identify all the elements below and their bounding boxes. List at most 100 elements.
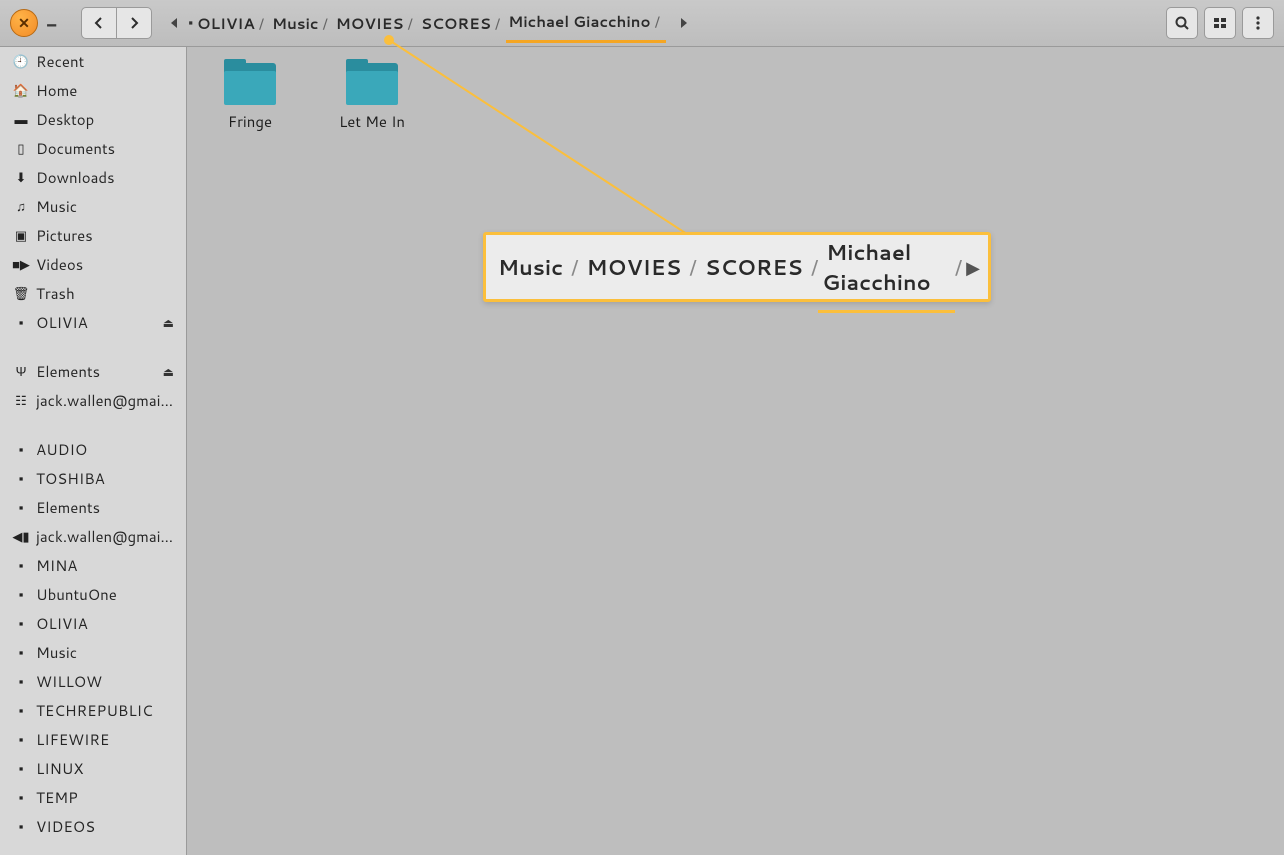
sidebar-item-label: TECHREPUBLIC: [36, 700, 174, 721]
breadcrumb-separator: /: [655, 11, 660, 32]
sidebar-item-label: TOSHIBA: [36, 468, 174, 489]
breadcrumb-label: SCORES: [421, 13, 491, 34]
sidebar-item-label: LIFEWIRE: [36, 729, 174, 750]
sidebar: 🕘Recent 🏠 Home ▬ Desktop ▯Documents⬇Downloads…: [0, 47, 187, 855]
sidebar-item[interactable]: ▪ MINA: [0, 551, 186, 580]
video-icon: ■▶: [12, 256, 30, 274]
folder-icon: [346, 63, 398, 105]
window-minimize-button[interactable]: _: [46, 5, 57, 33]
sidebar-item-label: jack.wallen@gmail.com: [36, 526, 174, 547]
sidebar-item[interactable]: ⬇Downloads: [0, 163, 186, 192]
arrow-left-icon: [91, 15, 107, 31]
sidebar-item-label: Music: [36, 196, 174, 217]
sidebar-item-label: VIDEOS: [36, 816, 174, 837]
folder-icon: ▪: [12, 702, 30, 720]
callout-separator: /: [571, 252, 578, 282]
folder-item[interactable]: Let Me In: [329, 63, 415, 132]
sidebar-item-label: Documents: [36, 138, 174, 159]
callout-separator: /: [689, 252, 696, 282]
breadcrumb-item[interactable]: MOVIES/: [334, 3, 419, 43]
folder-icon: ▪: [12, 441, 30, 459]
folder-icon: ▪: [12, 644, 30, 662]
callout-separator: /: [811, 252, 818, 282]
folder-icon: ▪: [12, 586, 30, 604]
sidebar-item-label: OLIVIA: [36, 312, 163, 333]
sidebar-item-label: Music: [36, 642, 174, 663]
desktop-icon: ▬: [12, 111, 30, 129]
sidebar-item[interactable]: ▪ WILLOW: [0, 667, 186, 696]
folder-icon: ▪: [12, 557, 30, 575]
sidebar-item-label: Recent: [36, 51, 174, 72]
arrow-right-icon: [126, 15, 142, 31]
trash-icon: 🗑: [12, 285, 30, 303]
sidebar-item-label: WILLOW: [36, 671, 174, 692]
content-area: Fringe Let Me In: [187, 47, 1284, 855]
hdd-icon: ▪: [12, 314, 30, 332]
nav-forward-button[interactable]: [117, 8, 151, 38]
callout-breadcrumb-item: Music: [494, 252, 567, 282]
sidebar-item[interactable]: ▪ UbuntuOne: [0, 580, 186, 609]
callout-active-underline: [818, 310, 954, 313]
sidebar-item-label: UbuntuOne: [36, 584, 174, 605]
folder-item[interactable]: Fringe: [207, 63, 293, 132]
sidebar-item-label: Desktop: [36, 109, 174, 130]
sidebar-item[interactable]: ▯Documents: [0, 134, 186, 163]
sidebar-item-label: OLIVIA: [36, 613, 174, 634]
sidebar-item-label: Downloads: [36, 167, 174, 188]
net-icon: ☷: [12, 392, 30, 410]
folder-icon: ▪: [12, 818, 30, 836]
eject-icon[interactable]: ⏏: [163, 363, 174, 380]
sidebar-item[interactable]: ▪ Music: [0, 638, 186, 667]
breadcrumb-item[interactable]: Music/: [270, 3, 334, 43]
sidebar-item-label: jack.wallen@gmail.com: [36, 390, 174, 411]
folder-icon: ▪: [12, 760, 30, 778]
nav-back-button[interactable]: [82, 8, 116, 38]
sidebar-item[interactable]: ▪OLIVIA: [0, 609, 186, 638]
sidebar-item-label: Home: [36, 80, 174, 101]
breadcrumb-prev-button[interactable]: [162, 7, 186, 39]
sidebar-item[interactable]: 🏠 Home: [0, 76, 186, 105]
annotation-callout: Music/MOVIES/SCORES/Michael Giacchino/▶: [483, 232, 991, 302]
sidebar-item-label: Pictures: [36, 225, 174, 246]
sidebar-item[interactable]: ▪ LIFEWIRE: [0, 725, 186, 754]
sidebar-item[interactable]: ▪ TECHREPUBLIC: [0, 696, 186, 725]
sidebar-item[interactable]: ▪ AUDIO: [0, 435, 186, 464]
sidebar-item[interactable]: ◀▮jack.wallen@gmail.com: [0, 522, 186, 551]
sidebar-item[interactable]: ▪ OLIVIA⏏: [0, 308, 186, 337]
search-button[interactable]: [1166, 7, 1198, 39]
breadcrumb-item[interactable]: SCORES/: [419, 3, 506, 43]
sidebar-item[interactable]: ▪Elements: [0, 493, 186, 522]
breadcrumb-next-button[interactable]: [672, 7, 696, 39]
breadcrumb-item[interactable]: Michael Giacchino/: [506, 3, 666, 43]
sidebar-item[interactable]: ▬ Desktop: [0, 105, 186, 134]
folder-label: Fringe: [228, 111, 272, 132]
sidebar-item[interactable]: ▪LINUX: [0, 754, 186, 783]
sidebar-item-label: AUDIO: [36, 439, 174, 460]
sidebar-item[interactable]: ■▶Videos: [0, 250, 186, 279]
folder-icon: ▪: [12, 470, 30, 488]
sidebar-item[interactable]: ΨElements⏏: [0, 357, 186, 386]
kebab-menu-icon: [1250, 15, 1266, 31]
menu-button[interactable]: [1242, 7, 1274, 39]
sidebar-item-label: TEMP: [36, 787, 174, 808]
folder-icon: ▪: [12, 731, 30, 749]
sidebar-item[interactable]: ♫ Music: [0, 192, 186, 221]
home-icon: 🏠: [12, 82, 30, 100]
eject-icon[interactable]: ⏏: [163, 314, 174, 331]
sidebar-item-label: MINA: [36, 555, 174, 576]
sidebar-item[interactable]: ▪ TOSHIBA: [0, 464, 186, 493]
sidebar-item[interactable]: ▪TEMP: [0, 783, 186, 812]
sidebar-item[interactable]: 🕘Recent: [0, 47, 186, 76]
window-close-button[interactable]: ✕: [10, 9, 38, 37]
breadcrumb-item[interactable]: ▪OLIVIA/: [186, 3, 270, 43]
sidebar-item[interactable]: 🗑Trash: [0, 279, 186, 308]
view-toggle-button[interactable]: [1204, 7, 1236, 39]
music-icon: ♫: [12, 198, 30, 216]
sidebar-item[interactable]: ▪ VIDEOS: [0, 812, 186, 841]
folder-icon: ▪: [12, 673, 30, 691]
sidebar-item[interactable]: ☷ jack.wallen@gmail.com: [0, 386, 186, 415]
sidebar-item-label: Elements: [36, 361, 163, 382]
callout-separator: /: [955, 252, 962, 282]
header-bar: ✕ _ ▪OLIVIA/Music/MOVIES/SCORES/Michael …: [0, 0, 1284, 47]
sidebar-item[interactable]: ▣Pictures: [0, 221, 186, 250]
